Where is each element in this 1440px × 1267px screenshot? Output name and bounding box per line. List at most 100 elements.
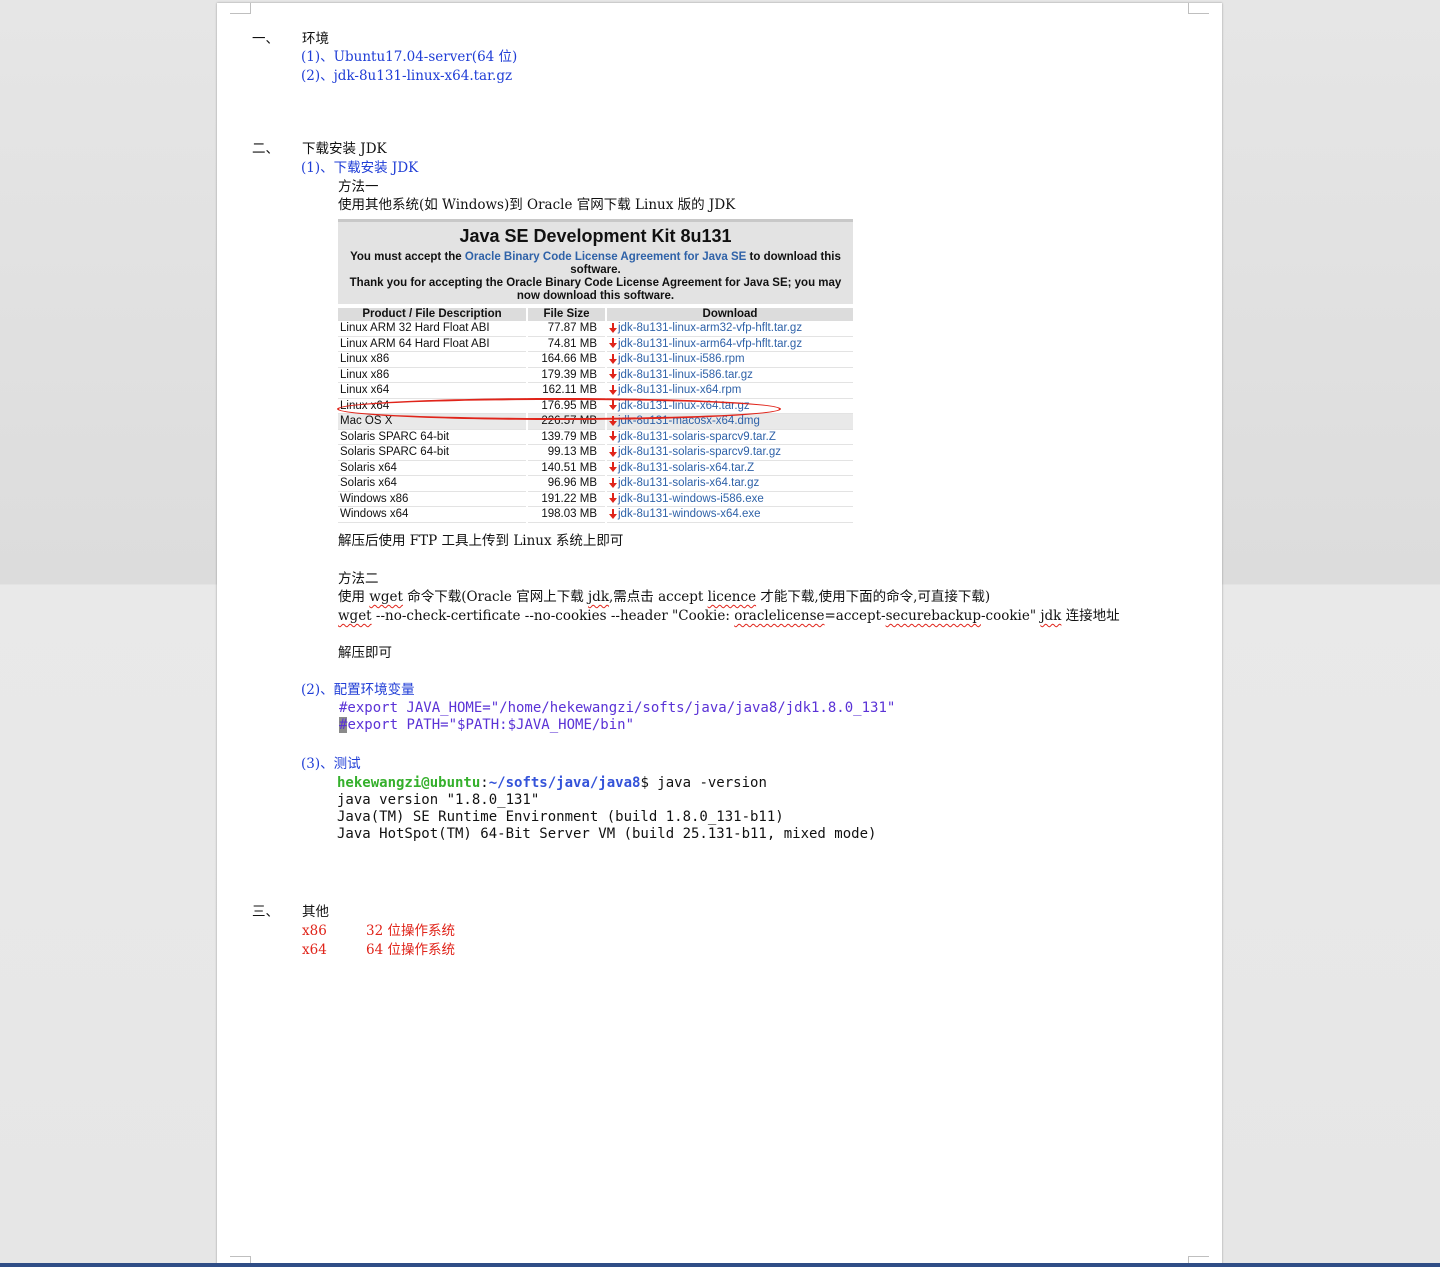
column-header-download: Download [606,308,855,321]
download-row: Linux ARM 32 Hard Float ABI 77.87 MB jdk-8… [338,321,855,337]
spellcheck-word: wget [369,589,403,605]
crop-mark [230,3,251,14]
download-row: Solaris SPARC 64-bit 139.79 MB jdk-8u131-s… [338,429,855,445]
download-cell: jdk-8u131-windows-x64.exe [606,506,855,523]
download-cell: jdk-8u131-linux-x64.rpm [606,382,855,399]
download-arrow-icon[interactable] [609,322,617,333]
method-1-title: 方法一 [338,179,379,195]
subheading-download: (1)、下载安装 JDK [301,160,419,176]
terminal-output-3: Java HotSpot(TM) 64-Bit Server VM (build… [337,826,877,842]
download-link[interactable]: jdk-8u131-solaris-x64.tar.gz [618,477,759,489]
arch-label-x86: x86 [302,923,327,939]
spellcheck-word: jdk [588,589,610,605]
product-cell: Solaris SPARC 64-bit [338,444,528,461]
column-header-size: File Size [527,308,607,321]
terminal-prompt: hekewangzi@ubuntu:~/softs/java/java8$ ja… [337,775,767,792]
method-2-note: 解压即可 [338,645,392,661]
size-cell: 191.22 MB [527,491,607,507]
product-cell: Solaris x64 [338,475,528,492]
column-header-product: Product / File Description [338,308,528,321]
size-cell: 74.81 MB [527,336,607,352]
download-cell: jdk-8u131-linux-i586.rpm [606,351,855,368]
download-link[interactable]: jdk-8u131-solaris-sparcv9.tar.Z [618,431,776,443]
download-arrow-icon[interactable] [609,446,617,457]
spellcheck-word: jdk [1040,608,1062,624]
download-cell: jdk-8u131-linux-arm64-vfp-hflt.tar.gz [606,336,855,352]
section-3-title: 其他 [302,904,329,920]
crop-mark [1188,3,1209,14]
terminal-command: $ java -version [640,775,767,791]
product-cell: Linux ARM 32 Hard Float ABI [338,321,528,337]
download-arrow-icon[interactable] [609,353,617,364]
size-cell: 179.39 MB [527,367,607,383]
download-arrow-icon[interactable] [609,369,617,380]
subheading-test: (3)、测试 [301,756,361,772]
product-cell: Windows x64 [338,506,528,523]
download-link[interactable]: jdk-8u131-linux-arm32-vfp-hflt.tar.gz [618,322,802,334]
text-span: =accept- [824,608,886,624]
download-title: Java SE Development Kit 8u131 [459,226,732,246]
download-row: Solaris x64 140.51 MB jdk-8u131-solaris-x6… [338,460,855,476]
product-cell: Linux x64 [338,382,528,399]
download-cell: jdk-8u131-linux-arm32-vfp-hflt.tar.gz [606,321,855,337]
download-link[interactable]: jdk-8u131-linux-i586.tar.gz [618,369,753,381]
product-cell: Solaris SPARC 64-bit [338,429,528,445]
license-notice: You must accept the Oracle Binary Code L… [344,251,847,276]
download-link[interactable]: jdk-8u131-solaris-x64.tar.Z [618,462,754,474]
download-link[interactable]: jdk-8u131-windows-x64.exe [618,508,761,520]
spellcheck-word: licence [707,589,757,605]
spellcheck-word: oraclelicense [734,608,825,624]
text-span: : [480,775,489,791]
text-span: -cookie" [980,608,1041,624]
text-span: 连接地址 [1061,608,1120,624]
env-item-1: (1)、Ubuntu17.04-server(64 位) [301,49,518,65]
size-cell: 198.03 MB [527,506,607,523]
download-cell: jdk-8u131-linux-i586.tar.gz [606,367,855,383]
download-arrow-icon[interactable] [609,477,617,488]
terminal-user: hekewangzi@ubuntu [337,775,481,791]
size-cell: 96.96 MB [527,475,607,492]
spellcheck-word: securebackup [885,608,981,624]
text-span: 才能下载,使用下面的命令,可直接下载) [756,589,991,605]
download-arrow-icon[interactable] [609,384,617,395]
method-2-title: 方法二 [338,571,379,587]
section-3-number: 三、 [252,904,279,920]
method-1-note: 解压后使用 FTP 工具上传到 Linux 系统上即可 [338,533,624,549]
download-link[interactable]: jdk-8u131-linux-i586.rpm [618,353,745,365]
download-arrow-icon[interactable] [609,431,617,442]
download-row: Linux x64 162.11 MB jdk-8u131-linux-x64.rp… [338,382,855,399]
download-link[interactable]: jdk-8u131-linux-arm64-vfp-hflt.tar.gz [618,338,802,350]
download-cell: jdk-8u131-solaris-x64.tar.Z [606,460,855,476]
download-link[interactable]: jdk-8u131-solaris-sparcv9.tar.gz [618,446,781,458]
download-row: Linux x86 179.39 MB jdk-8u131-linux-i586.t… [338,367,855,383]
download-arrow-icon[interactable] [609,338,617,349]
text-span: 命令下载(Oracle 官网上下载 [402,589,588,605]
arch-label-x64: x64 [302,942,327,958]
wget-command: wget --no-check-certificate --no-cookies… [338,607,1120,625]
spellcheck-word: wget [338,608,372,624]
size-cell: 77.87 MB [527,321,607,337]
download-link[interactable]: jdk-8u131-linux-x64.rpm [618,384,741,396]
jdk-download-screenshot: Java SE Development Kit 8u131 You must a… [338,219,855,524]
download-row: Solaris x64 96.96 MB jdk-8u131-solaris-x64… [338,475,855,492]
license-link[interactable]: Oracle Binary Code License Agreement for… [465,251,746,263]
download-cell: jdk-8u131-windows-i586.exe [606,491,855,507]
download-table-body: Linux ARM 32 Hard Float ABI 77.87 MB jdk-8… [338,321,855,523]
download-header: Java SE Development Kit 8u131 You must a… [338,219,853,304]
download-row: Linux ARM 64 Hard Float ABI 74.81 MB jdk-8… [338,336,855,352]
download-link[interactable]: jdk-8u131-windows-i586.exe [618,493,764,505]
download-arrow-icon[interactable] [609,462,617,473]
size-cell: 162.11 MB [527,382,607,399]
section-2-number: 二、 [252,141,279,157]
method-1-description: 使用其他系统(如 Windows)到 Oracle 官网下载 Linux 版的 … [338,197,736,213]
document-page: 一、 环境 (1)、Ubuntu17.04-server(64 位) (2)、j… [217,3,1222,1267]
download-arrow-icon[interactable] [609,508,617,519]
product-cell: Solaris x64 [338,460,528,476]
download-cell: jdk-8u131-solaris-sparcv9.tar.gz [606,444,855,461]
section-1-number: 一、 [252,31,279,47]
terminal-output-1: java version "1.8.0_131" [337,792,540,808]
license-notice-text: You must accept the [350,251,465,263]
download-arrow-icon[interactable] [609,493,617,504]
section-1-title: 环境 [302,31,329,47]
size-cell: 99.13 MB [527,444,607,461]
